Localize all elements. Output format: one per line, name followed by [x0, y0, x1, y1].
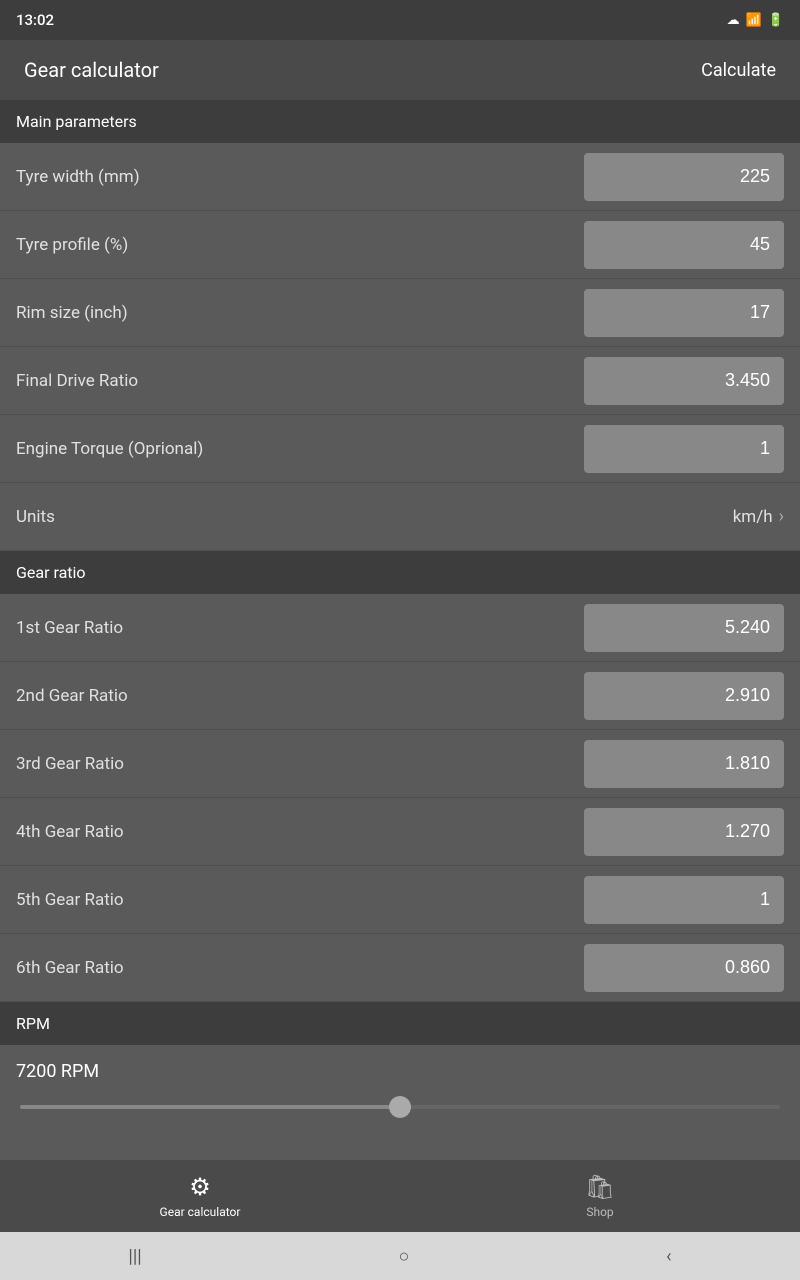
label-final-drive-ratio: Final Drive Ratio — [16, 371, 138, 391]
main-parameters-title: Main parameters — [16, 112, 137, 131]
shop-icon: 🛍 — [585, 1173, 615, 1201]
rpm-title: RPM — [16, 1014, 50, 1033]
back-button[interactable]: ‹ — [646, 1238, 691, 1275]
input-gear-6[interactable] — [584, 944, 784, 992]
status-time: 13:02 — [16, 11, 54, 29]
input-tyre-profile[interactable] — [584, 221, 784, 269]
recent-apps-button[interactable]: ||| — [108, 1238, 161, 1275]
input-tyre-width[interactable] — [584, 153, 784, 201]
status-bar: 13:02 ☁ 📶 🔋 — [0, 0, 800, 40]
rpm-slider-container[interactable] — [16, 1094, 784, 1113]
nav-label-gear-calculator: Gear calculator — [160, 1205, 241, 1219]
app-bar-title: Gear calculator — [24, 58, 159, 82]
units-value: km/h — [733, 507, 773, 527]
rpm-value: 7200 RPM — [16, 1061, 784, 1082]
label-gear-3: 3rd Gear Ratio — [16, 754, 124, 774]
cloud-icon: ☁ — [727, 13, 740, 28]
label-gear-2: 2nd Gear Ratio — [16, 686, 128, 706]
app-bar: Gear calculator Calculate — [0, 40, 800, 100]
chevron-right-icon: › — [779, 506, 784, 527]
content-area: Main parameters Tyre width (mm) Tyre prof… — [0, 100, 800, 1160]
label-gear-1: 1st Gear Ratio — [16, 618, 123, 638]
input-gear-3[interactable] — [584, 740, 784, 788]
input-gear-2[interactable] — [584, 672, 784, 720]
units-row[interactable]: Units km/h › — [0, 483, 800, 551]
label-tyre-profile: Tyre profile (%) — [16, 235, 128, 255]
input-engine-torque[interactable] — [584, 425, 784, 473]
input-gear-5[interactable] — [584, 876, 784, 924]
gear-parameters-container: 1st Gear Ratio 2nd Gear Ratio 3rd Gear Rat… — [0, 594, 800, 1002]
gear-ratio-header: Gear ratio — [0, 551, 800, 594]
param-row-gear-2: 2nd Gear Ratio — [0, 662, 800, 730]
param-row-engine-torque: Engine Torque (Oprional) — [0, 415, 800, 483]
input-gear-4[interactable] — [584, 808, 784, 856]
label-rim-size: Rim size (inch) — [16, 303, 128, 323]
label-tyre-width: Tyre width (mm) — [16, 167, 140, 187]
rpm-row: 7200 RPM — [0, 1045, 800, 1121]
param-row-final-drive-ratio: Final Drive Ratio — [0, 347, 800, 415]
gear-ratio-title: Gear ratio — [16, 563, 86, 582]
bottom-nav: ⚙ Gear calculator 🛍 Shop — [0, 1160, 800, 1232]
wifi-icon: 📶 — [746, 13, 762, 28]
input-gear-1[interactable] — [584, 604, 784, 652]
system-nav: ||| ○ ‹ — [0, 1232, 800, 1280]
input-rim-size[interactable] — [584, 289, 784, 337]
battery-icon: 🔋 — [768, 13, 784, 28]
param-row-gear-1: 1st Gear Ratio — [0, 594, 800, 662]
rpm-header: RPM — [0, 1002, 800, 1045]
home-button[interactable]: ○ — [378, 1238, 429, 1275]
param-row-gear-3: 3rd Gear Ratio — [0, 730, 800, 798]
nav-label-shop: Shop — [586, 1205, 613, 1219]
param-row-rim-size: Rim size (inch) — [0, 279, 800, 347]
label-gear-4: 4th Gear Ratio — [16, 822, 124, 842]
main-parameters-header: Main parameters — [0, 100, 800, 143]
units-label: Units — [16, 507, 55, 527]
main-parameters-container: Tyre width (mm) Tyre profile (%) Rim size … — [0, 143, 800, 483]
param-row-tyre-width: Tyre width (mm) — [0, 143, 800, 211]
label-engine-torque: Engine Torque (Oprional) — [16, 439, 203, 459]
param-row-gear-6: 6th Gear Ratio — [0, 934, 800, 1002]
status-icons: ☁ 📶 🔋 — [727, 13, 784, 28]
param-row-tyre-profile: Tyre profile (%) — [0, 211, 800, 279]
param-row-gear-4: 4th Gear Ratio — [0, 798, 800, 866]
units-value-container: km/h › — [733, 506, 784, 527]
gear-calculator-icon: ⚙ — [189, 1173, 211, 1201]
calculate-button[interactable]: Calculate — [701, 60, 776, 81]
label-gear-5: 5th Gear Ratio — [16, 890, 124, 910]
input-final-drive-ratio[interactable] — [584, 357, 784, 405]
rpm-slider[interactable] — [20, 1105, 780, 1109]
nav-item-shop[interactable]: 🛍 Shop — [400, 1160, 800, 1232]
param-row-gear-5: 5th Gear Ratio — [0, 866, 800, 934]
label-gear-6: 6th Gear Ratio — [16, 958, 124, 978]
nav-item-gear-calculator[interactable]: ⚙ Gear calculator — [0, 1160, 400, 1232]
